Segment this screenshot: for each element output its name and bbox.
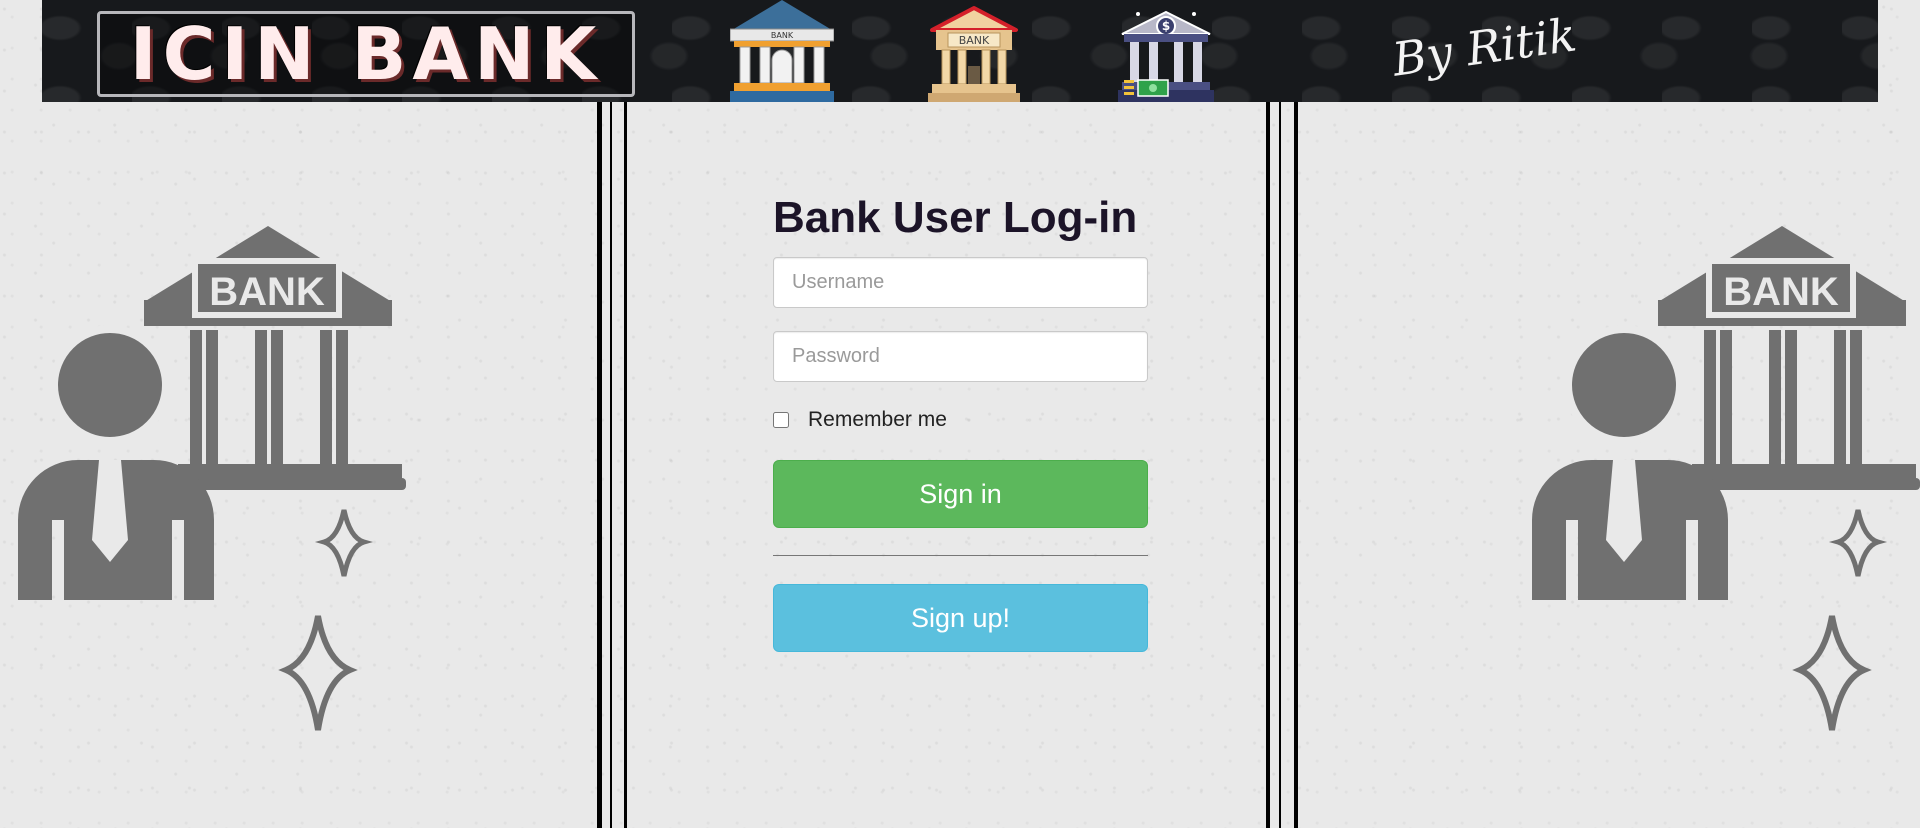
form-divider xyxy=(773,555,1148,556)
banker-illustration-icon: BANK xyxy=(1532,226,1920,731)
divider-line xyxy=(1294,102,1298,828)
password-input[interactable] xyxy=(773,331,1148,382)
divider-line xyxy=(610,102,612,828)
sign-in-button[interactable]: Sign in xyxy=(773,460,1148,528)
login-form: Bank User Log-in Remember me Sign in Sig… xyxy=(773,186,1148,652)
divider-line xyxy=(1266,102,1270,828)
divider-line xyxy=(624,102,627,828)
page-title: Bank User Log-in xyxy=(773,193,1138,242)
bank-logo-text: ICIN BANK xyxy=(129,12,603,96)
building-sign-small: BANK xyxy=(771,31,794,40)
sign-up-button[interactable]: Sign up! xyxy=(773,584,1148,652)
remember-me-checkbox[interactable] xyxy=(773,412,789,428)
bank-building-icon: BANK xyxy=(730,0,834,102)
dollar-sign: $ xyxy=(1162,19,1170,33)
divider-line xyxy=(1279,102,1281,828)
bank-logo: ICIN BANK xyxy=(97,11,635,97)
building-sign-medium: BANK xyxy=(959,34,990,47)
bank-sign-text: BANK xyxy=(209,270,325,314)
remember-me-row: Remember me xyxy=(773,408,947,432)
bank-building-icon: BANK xyxy=(928,6,1020,102)
banker-illustration-icon: BANK xyxy=(18,226,406,731)
author-signature: By Ritik xyxy=(1389,7,1580,87)
header-banner: ICIN BANK BANK BANK $ By Ritik xyxy=(42,0,1878,102)
divider-line xyxy=(597,102,602,828)
username-input[interactable] xyxy=(773,257,1148,308)
remember-me-label: Remember me xyxy=(808,408,947,431)
money-bank-icon: $ xyxy=(1118,10,1214,102)
bank-sign-text: BANK xyxy=(1723,270,1839,314)
